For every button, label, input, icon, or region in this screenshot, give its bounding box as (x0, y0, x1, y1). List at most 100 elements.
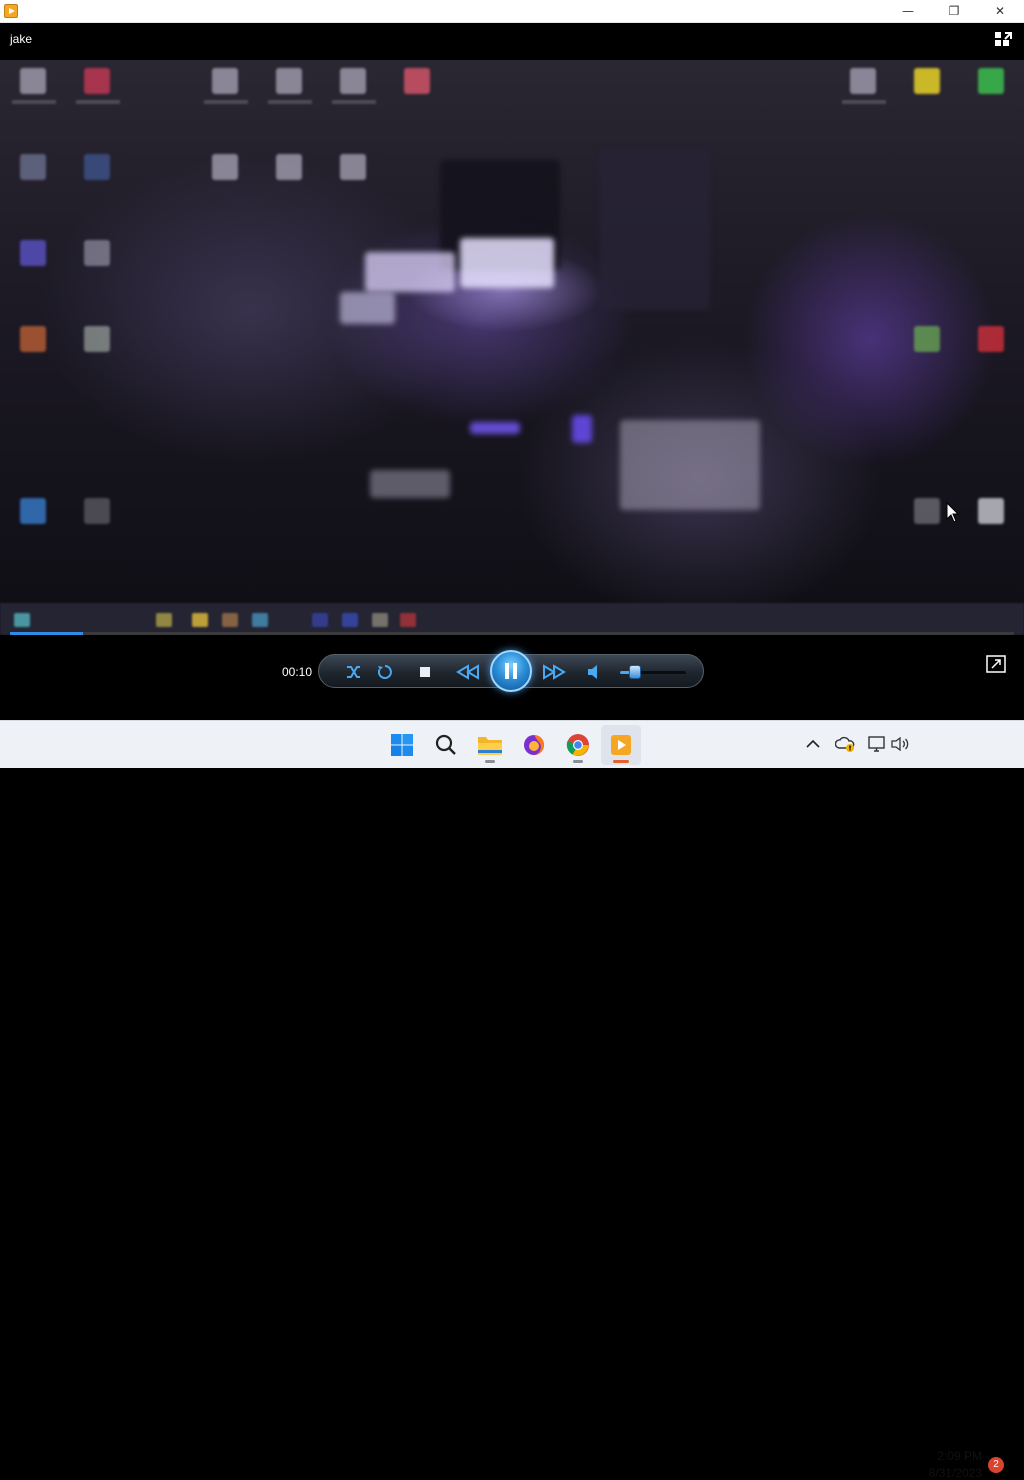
recorded-taskbar-icon (252, 613, 268, 627)
light-shape (470, 422, 520, 434)
show-hidden-icons-button[interactable] (802, 733, 824, 755)
desktop-icon (20, 68, 46, 94)
current-time: 00:10 (282, 665, 313, 679)
running-indicator (573, 760, 583, 763)
stop-icon (420, 667, 430, 677)
desktop-icon-label (842, 100, 886, 104)
cloud-warning-icon (835, 736, 855, 752)
desktop-icon (84, 154, 110, 180)
desktop-icon-label (332, 100, 376, 104)
desktop-icon (212, 154, 238, 180)
desktop-icon (914, 68, 940, 94)
mute-button[interactable] (584, 662, 604, 682)
firefox-button[interactable] (514, 725, 554, 765)
recorded-taskbar-icon (342, 613, 358, 627)
chrome-button[interactable] (558, 725, 598, 765)
desktop-icon (340, 154, 366, 180)
screen-glow (340, 292, 395, 324)
volume-button[interactable] (889, 733, 911, 755)
restore-button[interactable]: ❐ (931, 0, 977, 22)
minimize-button[interactable]: — (885, 0, 931, 22)
network-button[interactable] (866, 733, 888, 755)
search-button[interactable] (426, 725, 466, 765)
desktop-icon (20, 326, 46, 352)
video-frame[interactable] (0, 60, 1024, 635)
recorded-taskbar-icon (14, 613, 30, 627)
desktop-icon-label (268, 100, 312, 104)
desktop-icon (850, 68, 876, 94)
recorded-taskbar-icon (372, 613, 388, 627)
media-player-icon (4, 4, 18, 18)
recorded-taskbar-icon (156, 613, 172, 627)
screen-glow (460, 238, 554, 288)
seek-bar-fill (10, 632, 84, 635)
media-player-button[interactable] (601, 725, 641, 765)
desktop-icon (276, 68, 302, 94)
desktop-icon (20, 240, 46, 266)
network-icon (868, 736, 885, 752)
desk-shape (370, 470, 450, 498)
clock-date: 8/31/2023 (928, 1466, 982, 1480)
shuffle-button[interactable] (344, 662, 364, 682)
start-button[interactable] (382, 725, 422, 765)
desktop-icon (404, 68, 430, 94)
running-indicator (485, 760, 495, 763)
desktop-icon (20, 154, 46, 180)
light-shape (572, 415, 592, 443)
desktop-icon (84, 240, 110, 266)
firefox-icon (524, 735, 544, 755)
desktop-icon (978, 498, 1004, 524)
volume-slider-thumb[interactable] (628, 665, 641, 679)
file-explorer-button[interactable] (470, 725, 510, 765)
switch-to-now-playing-button[interactable] (986, 655, 1006, 673)
chrome-icon (566, 734, 589, 756)
onedrive-button[interactable] (834, 733, 856, 755)
desktop-icon (20, 498, 46, 524)
next-button[interactable] (541, 662, 567, 682)
recorded-taskbar-icon (192, 613, 208, 627)
switch-view-icon[interactable] (994, 31, 1014, 47)
desk-shape (620, 420, 760, 510)
pause-icon (505, 663, 517, 679)
windows-taskbar: 2:09 PM 8/31/2023 2 (0, 720, 1024, 1480)
notification-badge[interactable]: 2 (988, 1457, 1004, 1473)
desktop-icon-label (12, 100, 56, 104)
video-title: jake (10, 32, 33, 46)
desktop-icon (340, 68, 366, 94)
chevron-up-icon (806, 739, 820, 748)
desktop-icon (914, 326, 940, 352)
stop-button[interactable] (415, 662, 435, 682)
search-icon (435, 734, 456, 755)
volume-icon (588, 665, 597, 679)
seek-bar[interactable] (10, 632, 1014, 635)
repeat-button[interactable] (375, 662, 395, 682)
desktop-icon (212, 68, 238, 94)
file-explorer-icon (478, 737, 502, 755)
desktop-icon (84, 498, 110, 524)
shelf-shape (600, 150, 710, 310)
running-indicator (613, 760, 629, 763)
desktop-icon (84, 326, 110, 352)
media-player-icon (611, 735, 631, 755)
recorded-taskbar-icon (400, 613, 416, 627)
pause-button[interactable] (490, 650, 532, 692)
recorded-taskbar-icon (222, 613, 238, 627)
recorded-taskbar-icon (312, 613, 328, 627)
desktop-icon-label (204, 100, 248, 104)
desktop-icon-label (76, 100, 120, 104)
shuffle-icon (347, 666, 360, 678)
repeat-icon (377, 665, 392, 679)
desktop-icon (914, 498, 940, 524)
desktop-icon (84, 68, 110, 94)
next-icon (543, 664, 566, 680)
window-titlebar: — ❐ ✕ (0, 0, 1024, 23)
close-button[interactable]: ✕ (977, 0, 1023, 22)
recorded-taskbar (0, 603, 1024, 635)
previous-icon (456, 664, 479, 680)
clock-time: 2:09 PM (937, 1449, 982, 1463)
desktop-icon (276, 154, 302, 180)
windows-start-icon (391, 734, 413, 756)
speaker-icon (891, 736, 909, 752)
desktop-icon (978, 68, 1004, 94)
previous-button[interactable] (455, 662, 481, 682)
